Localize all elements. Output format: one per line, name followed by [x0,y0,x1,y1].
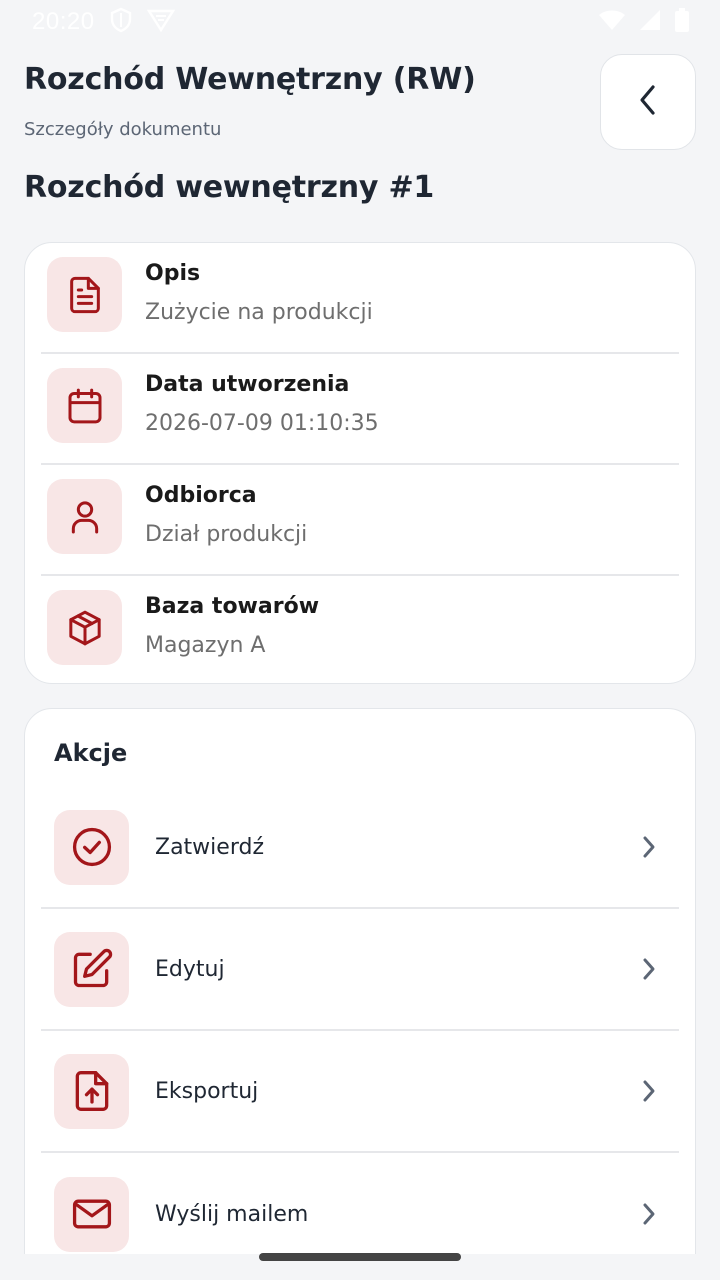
actions-card: Akcje Zatwierdź Edytuj Eksportuj Wyślij … [24,708,696,1280]
status-time: 20:20 [32,8,95,35]
wifi-icon [598,9,626,35]
calendar-icon [47,368,122,443]
check-circle-icon [54,809,129,885]
chevron-right-icon [639,1199,659,1229]
action-edit[interactable]: Edytuj [41,909,679,1031]
user-icon [47,479,122,554]
chevron-right-icon [639,954,659,984]
detail-label: Data utworzenia [145,372,350,397]
status-bar: 20:20 [0,0,720,44]
edit-icon [54,931,129,1007]
action-label: Wyślij mailem [155,1201,309,1227]
package-icon [47,590,122,665]
home-indicator[interactable] [259,1253,461,1261]
chevron-left-icon [636,83,660,121]
action-export[interactable]: Eksportuj [41,1031,679,1153]
battery-icon [674,7,690,37]
shield-icon [109,7,133,37]
signal-icon [638,8,662,36]
detail-value: Magazyn A [145,633,266,658]
action-approve[interactable]: Zatwierdź [41,787,679,909]
page-title: Rozchód Wewnętrzny (RW) [24,62,476,97]
detail-value: Dział produkcji [145,522,308,547]
file-upload-icon [54,1053,129,1129]
actions-title: Akcje [54,739,128,767]
chevron-right-icon [639,1076,659,1106]
detail-value: 2026-07-09 01:10:35 [145,411,379,436]
detail-row-description: Opis Zużycie na produkcji [41,243,679,354]
detail-label: Baza towarów [145,594,320,619]
detail-label: Odbiorca [145,483,257,508]
document-details-card: Opis Zużycie na produkcji Data utworzeni… [24,242,696,684]
detail-row-warehouse: Baza towarów Magazyn A [41,576,679,687]
vpn-icon [146,8,175,36]
action-label: Edytuj [155,956,225,982]
detail-value: Zużycie na produkcji [145,300,373,325]
detail-row-recipient: Odbiorca Dział produkcji [41,465,679,576]
header: Rozchód Wewnętrzny (RW) Szczegóły dokume… [24,62,580,140]
document-icon [47,257,122,332]
mail-icon [54,1176,129,1252]
back-button[interactable] [600,54,696,150]
page-subtitle: Szczegóły dokumentu [24,119,222,140]
action-label: Zatwierdź [155,834,264,860]
detail-row-created-date: Data utworzenia 2026-07-09 01:10:35 [41,354,679,465]
document-title: Rozchód wewnętrzny #1 [24,170,435,205]
action-label: Eksportuj [155,1078,259,1104]
actions-list: Zatwierdź Edytuj Eksportuj Wyślij mailem [41,787,679,1275]
detail-label: Opis [145,261,201,286]
chevron-right-icon [639,832,659,862]
